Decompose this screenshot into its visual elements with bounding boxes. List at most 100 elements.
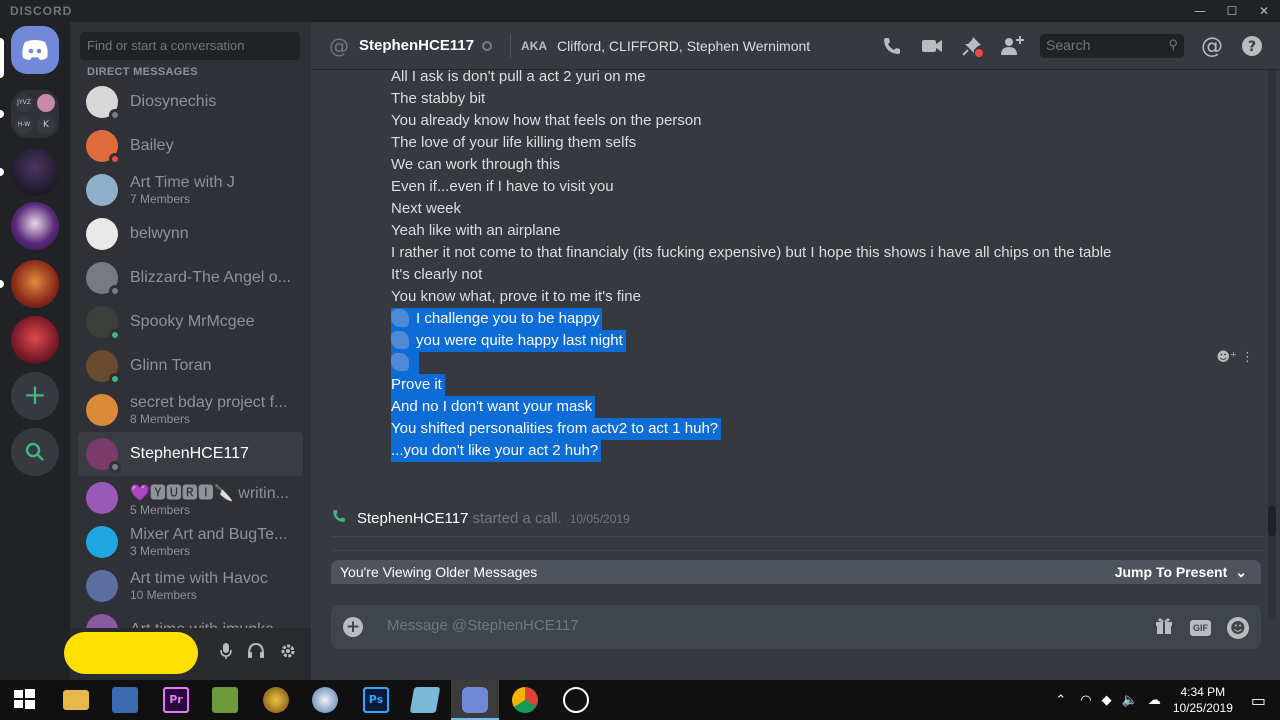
gear-icon[interactable] [279,642,297,664]
discord-logo-icon[interactable] [11,26,59,74]
volume-icon[interactable]: 🔈 [1122,693,1138,708]
wifi-icon[interactable]: ◠ [1080,693,1091,708]
message-line[interactable]: Next week [391,198,461,220]
app-icon[interactable] [212,687,238,713]
dm-item[interactable]: Art Time with J7 Members [78,168,303,212]
wave-emoji-icon [391,331,409,349]
jump-to-present-button[interactable]: Jump To Present ⌄ [1115,564,1247,581]
server-icon[interactable] [11,316,59,364]
server-icon[interactable] [11,148,59,196]
status-indicator [109,109,121,121]
dm-item[interactable]: secret bday project f... 8 Members [78,388,303,432]
dm-item[interactable]: belwynn [78,212,303,256]
cloud-icon[interactable]: ☁ [1148,693,1161,708]
chevron-up-icon[interactable]: ⌃ [1055,693,1066,708]
dm-item[interactable]: Spooky MrMcgee [78,300,303,344]
add-friend-to-dm-icon[interactable] [1000,34,1024,58]
upload-plus-icon[interactable]: + [343,617,363,637]
dm-member-count: 5 Members [130,503,191,517]
mic-icon[interactable] [219,642,233,664]
server-icon[interactable] [11,202,59,250]
dm-item[interactable]: Bailey [78,124,303,168]
message-line[interactable]: You already know how that feels on the p… [391,110,702,132]
jump-label: Jump To Present [1114,564,1228,580]
message-line[interactable]: You shifted personalities from actv2 to … [391,418,722,440]
message-line[interactable]: I challenge you to be happy [391,308,603,330]
folder-server-jyvz: JYVZ [15,94,33,112]
message-composer[interactable]: + Message @StephenHCE117 GIF ☻ [331,605,1261,649]
dm-item[interactable]: Art time with Havoc 10 Members [78,564,303,608]
close-icon[interactable]: ✕ [1248,0,1280,22]
server-folder[interactable]: JYVZ H-W K [11,90,59,138]
dm-item[interactable]: Mixer Art and BugTe... 3 Members [78,520,303,564]
photoshop-icon[interactable]: Ps [363,687,389,713]
gif-icon[interactable]: GIF [1190,619,1211,636]
dm-item[interactable]: Glinn Toran [78,344,303,388]
dm-name: Diosynechis [130,93,217,110]
search-input[interactable]: Search ⚲ [1040,34,1184,58]
file-explorer-icon[interactable] [63,690,89,710]
windows-start-icon[interactable] [12,687,38,713]
message-line[interactable]: you were quite happy last night [391,330,626,352]
app-icon[interactable] [112,687,138,713]
message-input[interactable]: Message @StephenHCE117 [387,617,579,634]
dropbox-icon[interactable]: ◆ [1102,693,1112,708]
message-text: All I ask is don't pull a act 2 yuri on … [391,70,646,85]
call-event: StephenHCE117 started a call. 10/05/2019 [331,508,630,529]
dm-item[interactable]: StephenHCE117 [78,432,303,476]
message-line[interactable]: The stabby bit [391,88,485,110]
dm-item[interactable]: Diosynechis [78,80,303,124]
server-icon[interactable] [11,260,59,308]
voice-call-icon[interactable] [880,34,904,58]
dm-item[interactable]: Blizzard-The Angel o... [78,256,303,300]
video-call-icon[interactable] [920,34,944,58]
dm-item[interactable]: Art time with imunka [78,608,303,630]
app-icon[interactable] [263,687,289,713]
message-line[interactable]: And no I don't want your mask [391,396,596,418]
find-conversation-input[interactable]: Find or start a conversation [80,32,300,60]
emoji-icon[interactable]: ☻ [1227,616,1249,639]
obs-icon[interactable] [563,687,589,713]
message-line[interactable]: We can work through this [391,154,560,176]
chrome-icon[interactable] [512,687,538,713]
dm-section-header: DIRECT MESSAGES [87,66,198,78]
minimize-icon[interactable]: — [1184,0,1216,22]
dm-item[interactable]: 💜🆈🆄🆁🅸🔪 writin... 5 Members [78,476,303,520]
message-divider [331,536,1266,537]
notifications-icon[interactable]: ▭ [1251,691,1266,710]
explore-search-icon[interactable] [11,428,59,476]
call-user[interactable]: StephenHCE117 [357,510,468,527]
user-panel [64,628,311,680]
paint-icon[interactable] [312,687,338,713]
svg-text:?: ? [1248,39,1256,55]
mentions-icon[interactable]: @ [1200,34,1224,59]
title-bar: DISCORD — ☐ ✕ [0,0,1280,22]
scrollbar-thumb[interactable] [1268,506,1276,536]
gift-icon[interactable] [1154,615,1174,640]
dm-name: 💜🆈🆄🆁🅸🔪 writin... [130,485,289,502]
more-options-icon[interactable]: ⋮ [1241,350,1254,365]
message-line[interactable]: It's clearly not [391,264,482,286]
app-icon[interactable] [409,687,441,713]
clock[interactable]: 4:34 PM 10/25/2019 [1173,684,1233,716]
message-line[interactable]: ...you don't like your act 2 huh? [391,440,602,462]
message-line[interactable]: All I ask is don't pull a act 2 yuri on … [391,70,646,88]
message-text: You already know how that feels on the p… [391,112,702,129]
discord-taskbar-icon[interactable] [462,687,488,713]
older-messages-bar[interactable]: You're Viewing Older Messages Jump To Pr… [331,560,1261,584]
add-reaction-icon[interactable]: ☻⁺ [1216,350,1236,365]
message-line[interactable]: Yeah like with an airplane [391,220,561,242]
message-line[interactable]: The love of your life killing them selfs [391,132,636,154]
premiere-icon[interactable]: Pr [163,687,189,713]
message-line[interactable]: Prove it [391,374,445,396]
message-actions[interactable]: ☻⁺ ⋮ [1216,350,1254,365]
pin-icon[interactable] [960,34,984,58]
headphones-icon[interactable] [247,642,265,664]
message-line[interactable] [391,352,419,374]
maximize-icon[interactable]: ☐ [1216,0,1248,22]
message-line[interactable]: I rather it not come to that financialy … [391,242,1111,264]
message-line[interactable]: Even if...even if I have to visit you [391,176,614,198]
message-line[interactable]: You know what, prove it to me it's fine [391,286,641,308]
help-icon[interactable]: ? [1240,34,1264,58]
add-server-button[interactable]: + [11,372,59,420]
